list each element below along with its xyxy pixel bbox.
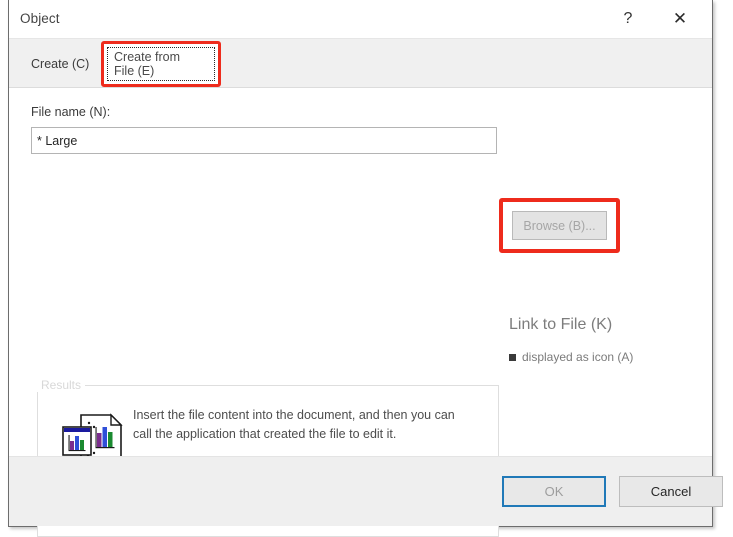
results-legend: Results	[37, 378, 86, 392]
dialog-titlebar: Object ? ✕	[9, 0, 712, 39]
ok-button[interactable]: OK	[502, 476, 606, 507]
results-description: Insert the file content into the documen…	[133, 408, 455, 441]
object-dialog: Object ? ✕ Create (C) Create from File (…	[8, 0, 723, 537]
tab-create[interactable]: Create (C)	[22, 52, 98, 76]
page-root: Object ? ✕ Create (C) Create from File (…	[0, 0, 733, 537]
display-as-icon-checkbox[interactable]: displayed as icon (A)	[509, 350, 633, 364]
file-name-label: File name (N):	[31, 105, 111, 119]
browse-button[interactable]: Browse (B)...	[512, 211, 607, 240]
checkbox-square-icon	[509, 353, 516, 361]
help-icon[interactable]: ?	[606, 0, 650, 38]
close-icon[interactable]: ✕	[658, 0, 702, 38]
dialog-title: Object	[20, 11, 60, 26]
file-name-input[interactable]	[31, 127, 497, 154]
link-to-file-checkbox[interactable]: Link to File (K)	[509, 316, 612, 334]
annotation-box-browse: Browse (B)...	[499, 198, 620, 253]
dialog-footer: OK Cancel	[9, 456, 723, 526]
annotation-box-create-from-file: Create from File (E)	[101, 41, 221, 87]
dialog-body: File name (N): Link to File (K) displaye…	[9, 88, 712, 537]
display-as-icon-label: displayed as icon (A)	[522, 350, 634, 364]
cancel-button[interactable]: Cancel	[619, 476, 723, 507]
tab-create-from-file[interactable]: Create from File (E)	[107, 47, 215, 81]
tab-create-from-file-label: Create from File (E)	[114, 50, 180, 78]
